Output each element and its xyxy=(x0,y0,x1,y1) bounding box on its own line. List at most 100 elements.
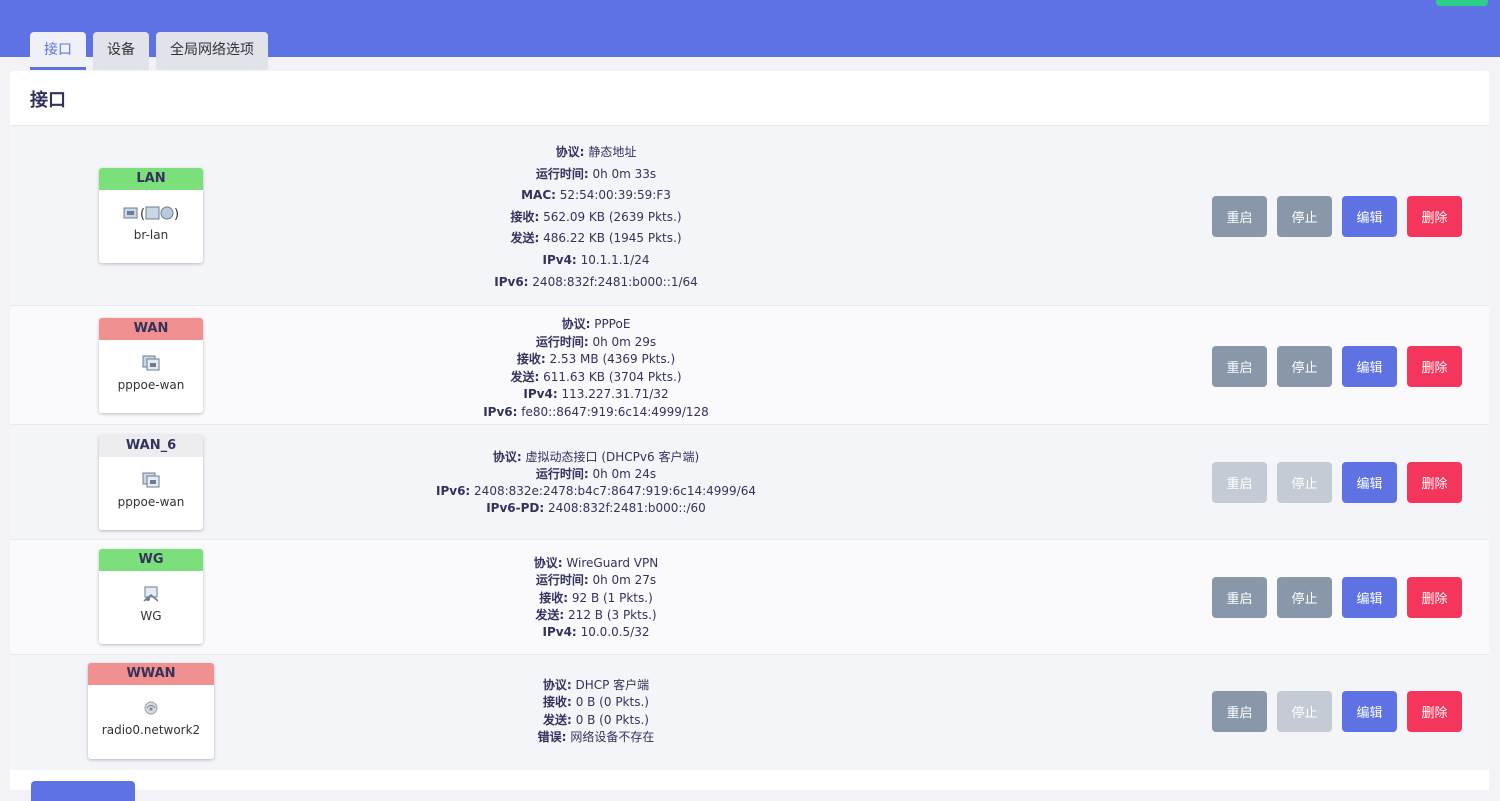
status-value: 0 B (0 Pkts.) xyxy=(575,712,649,727)
interface-name: WWAN xyxy=(88,663,214,685)
delete-button[interactable]: 删除 xyxy=(1407,462,1462,503)
wifi-icon xyxy=(88,695,214,721)
interface-actions: 重启 停止 编辑 删除 xyxy=(1212,196,1462,237)
delete-button[interactable]: 删除 xyxy=(1407,346,1462,387)
status-line: IPv6: 2408:832e:2478:b4c7:8647:919:6c14:… xyxy=(310,483,882,500)
svg-text:(: ( xyxy=(140,207,145,222)
status-value: 212 B (3 Pkts.) xyxy=(568,607,657,622)
edit-button[interactable]: 编辑 xyxy=(1342,577,1397,618)
status-line: 运行时间: 0h 0m 33s xyxy=(310,164,882,186)
status-line: 接收: 562.09 KB (2639 Pkts.) xyxy=(310,207,882,229)
edit-button[interactable]: 编辑 xyxy=(1342,462,1397,503)
tab-interfaces[interactable]: 接口 xyxy=(30,32,86,70)
status-line: IPv4: 113.227.31.71/32 xyxy=(310,386,882,404)
interface-row-wg: WG WG 协议: WireGuard VPN 运行时间: 0h 0m 27s 接收: … xyxy=(10,539,1489,655)
status-key: IPv6: xyxy=(483,404,518,419)
add-interface-button[interactable] xyxy=(31,781,135,801)
page-title: 接口 xyxy=(30,90,66,111)
restart-button[interactable]: 重启 xyxy=(1212,577,1267,618)
status-key: 发送: xyxy=(510,369,540,384)
interface-device: pppoe-wan xyxy=(117,495,185,509)
interface-status: 协议: 虚拟动态接口 (DHCPv6 客户端) 运行时间: 0h 0m 24s IP… xyxy=(310,449,882,517)
stop-button[interactable]: 停止 xyxy=(1277,577,1332,618)
status-line: 接收: 0 B (0 Pkts.) xyxy=(310,694,882,711)
interface-badge: LAN () br-lan xyxy=(99,168,203,263)
stop-button[interactable]: 停止 xyxy=(1277,462,1332,503)
status-value: 0h 0m 29s xyxy=(592,334,657,349)
status-value: 0 B (0 Pkts.) xyxy=(575,695,649,710)
interface-status: 协议: 静态地址 运行时间: 0h 0m 33s MAC: 52:54:00:39:… xyxy=(310,142,882,293)
status-line: IPv4: 10.1.1.1/24 xyxy=(310,250,882,272)
interface-badge: WAN pppoe-wan xyxy=(99,318,203,413)
status-key: 发送: xyxy=(510,231,540,246)
status-line: 接收: 92 B (1 Pkts.) xyxy=(310,590,882,607)
status-value: 611.63 KB (3704 Pkts.) xyxy=(543,369,682,384)
status-value: 0h 0m 33s xyxy=(592,166,657,181)
delete-button[interactable]: 删除 xyxy=(1407,577,1462,618)
status-line: IPv6-PD: 2408:832f:2481:b000::/60 xyxy=(310,500,882,517)
status-line: 发送: 0 B (0 Pkts.) xyxy=(310,712,882,729)
interface-status: 协议: WireGuard VPN 运行时间: 0h 0m 27s 接收: 92 B… xyxy=(310,555,882,641)
save-apply-button[interactable] xyxy=(1436,0,1488,6)
tab-devices[interactable]: 设备 xyxy=(93,32,149,70)
status-value: PPPoE xyxy=(594,317,631,331)
stop-button[interactable]: 停止 xyxy=(1277,691,1332,732)
status-key: 发送: xyxy=(543,712,572,727)
status-line: IPv6: 2408:832f:2481:b000::1/64 xyxy=(310,272,882,294)
restart-button[interactable]: 重启 xyxy=(1212,346,1267,387)
interface-status: 协议: PPPoE 运行时间: 0h 0m 29s 接收: 2.53 MB (436… xyxy=(310,316,882,421)
interface-name: WAN xyxy=(99,318,203,340)
ethernet-icon xyxy=(99,350,203,376)
status-key: 接收: xyxy=(543,695,572,710)
interface-badge: WWAN radio0.network2 xyxy=(88,663,214,759)
interface-row-wwan: WWAN radio0.network2 协议: DHCP 客户端 接收: 0 B (… xyxy=(10,654,1489,770)
status-key: 接收: xyxy=(510,209,540,224)
bridge-icon: () xyxy=(99,200,203,226)
status-value: DHCP 客户端 xyxy=(575,678,650,692)
status-key: IPv6: xyxy=(494,274,529,289)
status-line: 协议: WireGuard VPN xyxy=(310,555,882,572)
status-line: IPv4: 10.0.0.5/32 xyxy=(310,624,882,641)
interface-actions: 重启 停止 编辑 删除 xyxy=(1212,577,1462,618)
delete-button[interactable]: 删除 xyxy=(1407,196,1462,237)
status-key: IPv4: xyxy=(523,387,558,401)
status-key: 协议: xyxy=(542,678,572,692)
interface-device: WG xyxy=(140,609,162,623)
interface-badge: WAN_6 pppoe-wan xyxy=(99,435,203,530)
edit-button[interactable]: 编辑 xyxy=(1342,691,1397,732)
status-line: 运行时间: 0h 0m 29s xyxy=(310,334,882,352)
status-key: 发送: xyxy=(535,607,565,622)
status-value: 52:54:00:39:59:F3 xyxy=(559,188,671,203)
edit-button[interactable]: 编辑 xyxy=(1342,196,1397,237)
status-value: 静态地址 xyxy=(588,145,637,159)
tab-global-options[interactable]: 全局网络选项 xyxy=(156,32,268,70)
delete-button[interactable]: 删除 xyxy=(1407,691,1462,732)
status-key: 运行时间: xyxy=(535,467,589,481)
restart-button[interactable]: 重启 xyxy=(1212,462,1267,503)
interface-actions: 重启 停止 编辑 删除 xyxy=(1212,691,1462,732)
interface-device: br-lan xyxy=(133,228,169,242)
stop-button[interactable]: 停止 xyxy=(1277,196,1332,237)
status-key: 接收: xyxy=(539,590,569,605)
edit-button[interactable]: 编辑 xyxy=(1342,346,1397,387)
status-key: IPv4: xyxy=(542,625,577,640)
status-line: 运行时间: 0h 0m 27s xyxy=(310,572,882,589)
restart-button[interactable]: 重启 xyxy=(1212,691,1267,732)
interface-name: WAN_6 xyxy=(99,435,203,457)
status-value: 92 B (1 Pkts.) xyxy=(571,590,653,605)
status-value: WireGuard VPN xyxy=(566,556,659,570)
status-line: 错误: 网络设备不存在 xyxy=(310,729,882,746)
status-line: 发送: 212 B (3 Pkts.) xyxy=(310,607,882,624)
status-value: 虚拟动态接口 (DHCPv6 客户端) xyxy=(525,450,700,464)
interface-badge: WG WG xyxy=(99,549,203,644)
status-key: IPv6-PD: xyxy=(486,501,545,515)
status-key: 运行时间: xyxy=(535,573,589,588)
restart-button[interactable]: 重启 xyxy=(1212,196,1267,237)
svg-text:): ) xyxy=(174,207,179,222)
stop-button[interactable]: 停止 xyxy=(1277,346,1332,387)
status-key: 协议: xyxy=(561,317,591,331)
status-value: 2408:832f:2481:b000::/60 xyxy=(547,501,706,515)
status-key: 错误: xyxy=(537,729,567,744)
interfaces-panel: 接口 LAN() br-lan 协议: 静态地址 运行时间: 0h 0m 33s MAC… xyxy=(10,71,1489,801)
status-value: 2408:832f:2481:b000::1/64 xyxy=(532,274,698,289)
